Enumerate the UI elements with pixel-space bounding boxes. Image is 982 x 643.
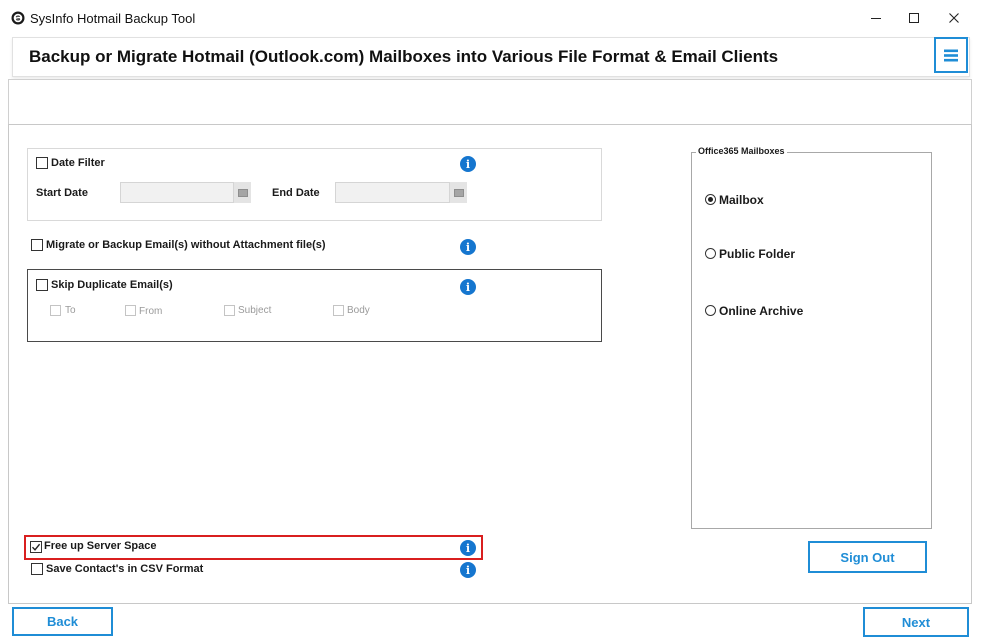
free-up-space-checkbox[interactable] — [30, 541, 42, 553]
close-icon — [949, 13, 959, 23]
hamburger-menu-button[interactable] — [934, 37, 968, 73]
app-logo-icon — [11, 11, 25, 25]
mailbox-radio[interactable] — [705, 194, 716, 205]
start-date-label: Start Date — [36, 187, 88, 199]
public-folder-radio-label: Public Folder — [719, 247, 796, 261]
window-title: SysInfo Hotmail Backup Tool — [30, 11, 196, 26]
calendar-icon — [237, 188, 248, 197]
calendar-icon — [453, 188, 464, 197]
back-button[interactable]: Back — [12, 607, 113, 636]
dup-subject-label: Subject — [238, 305, 272, 316]
dup-subject-checkbox[interactable] — [224, 305, 235, 316]
mailboxes-legend: Office365 Mailboxes — [696, 146, 787, 156]
header-banner: Backup or Migrate Hotmail (Outlook.com) … — [12, 37, 970, 77]
date-filter-group — [27, 148, 602, 221]
info-icon[interactable]: i — [460, 156, 476, 172]
dup-from-label: From — [139, 306, 163, 317]
dup-body-checkbox[interactable] — [333, 305, 344, 316]
public-folder-radio[interactable] — [705, 248, 716, 259]
dup-to-checkbox[interactable] — [50, 305, 61, 316]
next-button[interactable]: Next — [863, 607, 969, 637]
date-filter-checkbox[interactable] — [36, 157, 48, 169]
info-icon[interactable]: i — [460, 279, 476, 295]
date-filter-label: Date Filter — [51, 157, 105, 169]
online-archive-radio[interactable] — [705, 305, 716, 316]
minimize-icon — [871, 18, 881, 19]
contacts-csv-checkbox[interactable] — [31, 563, 43, 575]
maximize-button[interactable] — [896, 6, 932, 30]
dup-from-checkbox[interactable] — [125, 305, 136, 316]
start-date-input[interactable] — [120, 182, 251, 203]
top-panel — [8, 79, 972, 124]
mailbox-radio-label: Mailbox — [719, 193, 764, 207]
no-attachments-label: Migrate or Backup Email(s) without Attac… — [46, 239, 326, 251]
info-icon[interactable]: i — [460, 239, 476, 255]
no-attachments-checkbox[interactable] — [31, 239, 43, 251]
mailboxes-group — [691, 152, 932, 529]
skip-duplicates-checkbox[interactable] — [36, 279, 48, 291]
skip-duplicates-label: Skip Duplicate Email(s) — [51, 279, 173, 291]
end-date-input[interactable] — [335, 182, 466, 203]
maximize-icon — [909, 13, 919, 23]
sign-out-button[interactable]: Sign Out — [808, 541, 927, 573]
end-date-picker-button[interactable] — [449, 182, 467, 203]
close-button[interactable] — [936, 6, 972, 30]
free-up-space-label: Free up Server Space — [44, 540, 157, 552]
info-icon[interactable]: i — [460, 540, 476, 556]
dup-body-label: Body — [347, 305, 370, 316]
radio-selected-dot — [708, 197, 713, 202]
page-title: Backup or Migrate Hotmail (Outlook.com) … — [29, 47, 779, 66]
contacts-csv-label: Save Contact's in CSV Format — [46, 563, 204, 575]
minimize-button[interactable] — [858, 6, 894, 30]
dup-to-label: To — [65, 305, 76, 316]
hamburger-menu-icon — [944, 49, 958, 61]
online-archive-radio-label: Online Archive — [719, 304, 804, 318]
info-icon[interactable]: i — [460, 562, 476, 578]
checkmark-icon — [31, 543, 41, 551]
start-date-picker-button[interactable] — [233, 182, 251, 203]
end-date-label: End Date — [272, 187, 320, 199]
